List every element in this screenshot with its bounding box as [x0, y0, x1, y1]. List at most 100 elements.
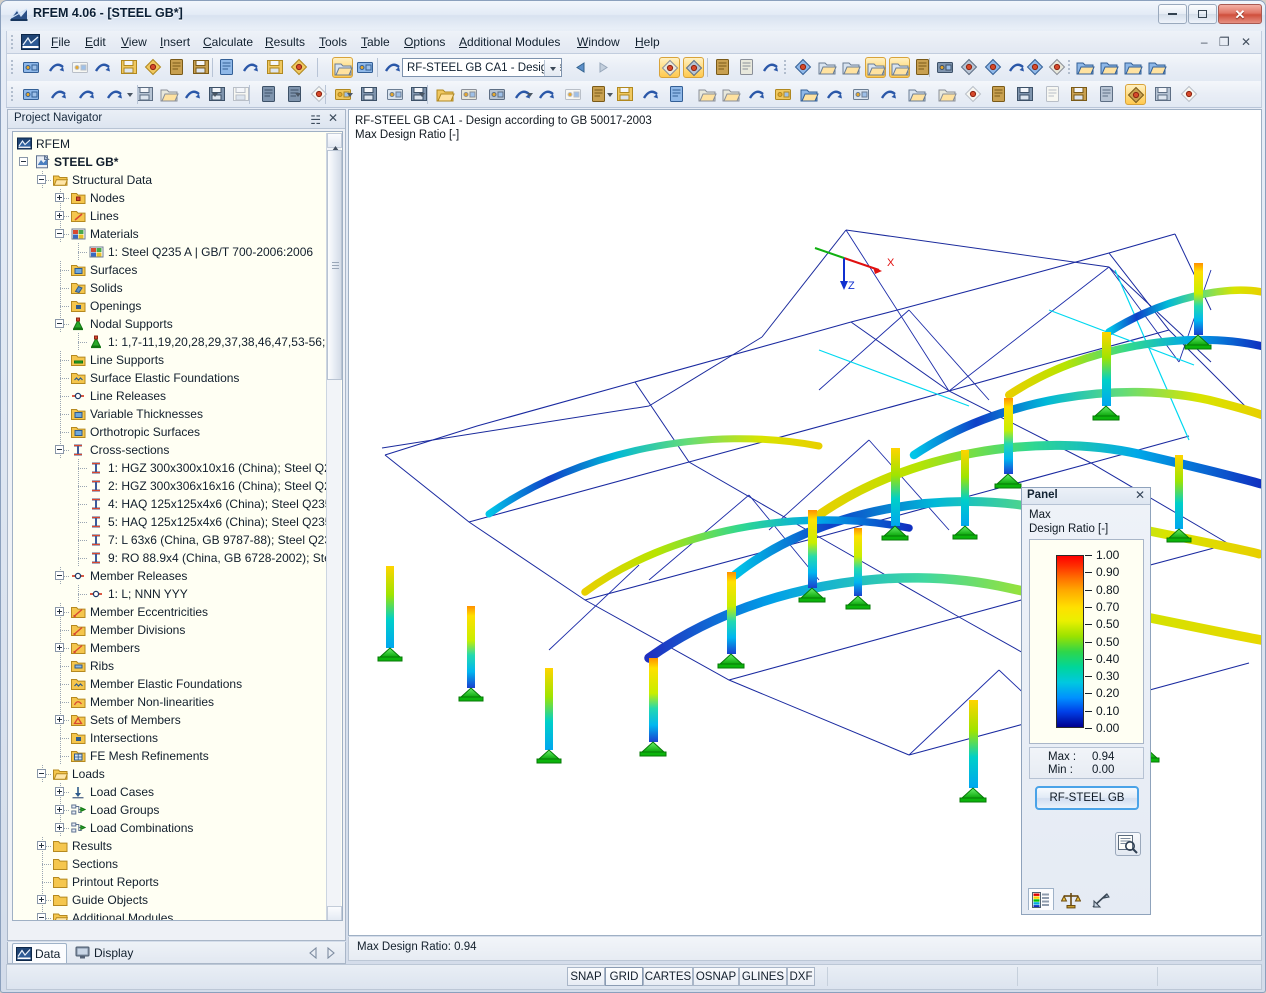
scroll-down-icon[interactable] — [327, 906, 342, 920]
guide-object-icon[interactable] — [615, 84, 636, 105]
maximize-button[interactable] — [1188, 4, 1217, 24]
previous-case-icon[interactable] — [573, 60, 589, 75]
view-dir-2-icon[interactable] — [1123, 57, 1144, 78]
collapse-icon[interactable] — [37, 913, 46, 920]
mdi-window-buttons[interactable]: – ❐ ✕ — [1201, 35, 1255, 49]
status-toggle-cartes[interactable]: CARTES — [643, 967, 693, 986]
menu-item-table[interactable]: Table — [359, 34, 392, 51]
tool-3-icon[interactable] — [773, 84, 794, 105]
menu-item-edit[interactable]: Edit — [83, 34, 108, 51]
new-surface-load-icon[interactable] — [385, 84, 406, 105]
new-line-icon[interactable] — [49, 84, 70, 105]
toolbar-grip[interactable] — [1067, 59, 1071, 76]
save-as-icon[interactable] — [93, 57, 114, 78]
view-dir-0-icon[interactable] — [1075, 57, 1096, 78]
table-icon[interactable] — [332, 57, 353, 78]
calculate-icon[interactable] — [487, 84, 508, 105]
collapse-icon[interactable] — [55, 571, 64, 580]
status-toggle-snap[interactable]: SNAP — [567, 967, 605, 986]
support-forces-icon[interactable] — [737, 57, 758, 78]
new-nodal-support-icon[interactable] — [135, 84, 156, 105]
next-case-icon[interactable] — [595, 60, 611, 75]
show-results-icon[interactable] — [659, 57, 680, 78]
new-imperfection-icon[interactable] — [435, 84, 456, 105]
tool-9-icon[interactable] — [937, 84, 958, 105]
copy-icon[interactable] — [143, 57, 164, 78]
chevron-down-icon[interactable] — [419, 91, 426, 98]
status-toggle-grid[interactable]: GRID — [605, 967, 643, 986]
tool-12-icon[interactable] — [1015, 84, 1036, 105]
save-icon[interactable] — [119, 57, 140, 78]
tool-18-icon[interactable] — [1179, 84, 1200, 105]
chevron-down-icon[interactable] — [295, 91, 302, 98]
expand-icon[interactable] — [37, 895, 46, 904]
menu-item-results[interactable]: Results — [263, 34, 307, 51]
close-icon[interactable]: ✕ — [1135, 488, 1145, 502]
rotate-x-icon[interactable] — [841, 57, 862, 78]
color-legend-tab-icon[interactable] — [1028, 888, 1054, 910]
new-member-icon[interactable] — [77, 84, 98, 105]
menu-item-window[interactable]: Window — [575, 34, 622, 51]
tab-display[interactable]: Display — [72, 943, 139, 963]
tool-10-icon[interactable] — [963, 84, 984, 105]
expand-icon[interactable] — [55, 823, 64, 832]
tool-16-icon[interactable] — [1125, 84, 1146, 105]
menu-item-options[interactable]: Options — [402, 34, 447, 51]
view-dir-3-icon[interactable] — [1147, 57, 1168, 78]
new-surface-icon[interactable] — [259, 84, 280, 105]
result-values-icon[interactable] — [683, 57, 704, 78]
new-member-release-icon[interactable] — [183, 84, 204, 105]
select-new-icon[interactable] — [289, 57, 310, 78]
tool-2-icon[interactable] — [747, 84, 768, 105]
chevron-down-icon[interactable] — [527, 91, 534, 98]
expand-icon[interactable] — [55, 805, 64, 814]
pin-icon[interactable]: ☵ — [310, 113, 321, 127]
tab-data[interactable]: Data — [12, 943, 68, 963]
menu-item-file[interactable]: File — [49, 34, 72, 51]
expand-icon[interactable] — [55, 787, 64, 796]
tool-11-icon[interactable] — [989, 84, 1010, 105]
new-member-load-icon[interactable] — [359, 84, 380, 105]
chevron-down-icon[interactable] — [127, 91, 134, 98]
rotate-y-icon[interactable] — [865, 57, 886, 78]
section-icon[interactable] — [563, 84, 584, 105]
menu-item-help[interactable]: Help — [633, 34, 662, 51]
tool-5-icon[interactable] — [825, 84, 846, 105]
lighting-icon[interactable] — [817, 57, 838, 78]
edit-model-icon[interactable] — [265, 57, 286, 78]
expand-icon[interactable] — [55, 607, 64, 616]
rf-steel-gb-button[interactable]: RF-STEEL GB — [1035, 786, 1139, 810]
rotate-z-icon[interactable] — [889, 57, 910, 78]
table-grid-icon[interactable] — [355, 57, 376, 78]
tool-13-icon[interactable] — [1043, 84, 1064, 105]
navigator-tree[interactable]: RFEM STEEL GB* Structural Data Nodes Lines… — [12, 131, 343, 921]
menu-item-insert[interactable]: Insert — [158, 34, 192, 51]
support-reactions-icon[interactable] — [761, 57, 782, 78]
collapse-icon[interactable] — [55, 319, 64, 328]
minimize-button[interactable] — [1158, 4, 1187, 24]
open-project-icon[interactable] — [70, 57, 91, 78]
chevron-down-icon[interactable] — [544, 60, 560, 76]
tool-6-icon[interactable] — [851, 84, 872, 105]
collapse-icon[interactable] — [19, 157, 28, 166]
close-icon[interactable]: ✕ — [328, 112, 338, 125]
scale-tab-icon[interactable] — [1058, 888, 1084, 910]
mesh-icon[interactable] — [793, 57, 814, 78]
collapse-icon[interactable] — [55, 445, 64, 454]
chevron-down-icon[interactable] — [607, 91, 614, 98]
menu-item-view[interactable]: View — [119, 34, 149, 51]
tool-15-icon[interactable] — [1097, 84, 1118, 105]
result-diagram-icon[interactable] — [537, 84, 558, 105]
menu-item-tools[interactable]: Tools — [317, 34, 349, 51]
info-icon[interactable] — [1025, 57, 1046, 78]
tree-vertical-scrollbar[interactable] — [326, 133, 342, 920]
new-node-icon[interactable] — [21, 84, 42, 105]
zoom-detail-icon[interactable] — [1115, 832, 1141, 856]
status-toggle-glines[interactable]: GLINES — [739, 967, 787, 986]
dimension-icon[interactable] — [959, 57, 980, 78]
expand-icon[interactable] — [37, 841, 46, 850]
undo-icon[interactable] — [217, 57, 238, 78]
menu-item-additional-modules[interactable]: Additional Modules — [457, 34, 562, 51]
new-file-icon[interactable] — [21, 57, 42, 78]
deformation-icon[interactable] — [713, 57, 734, 78]
